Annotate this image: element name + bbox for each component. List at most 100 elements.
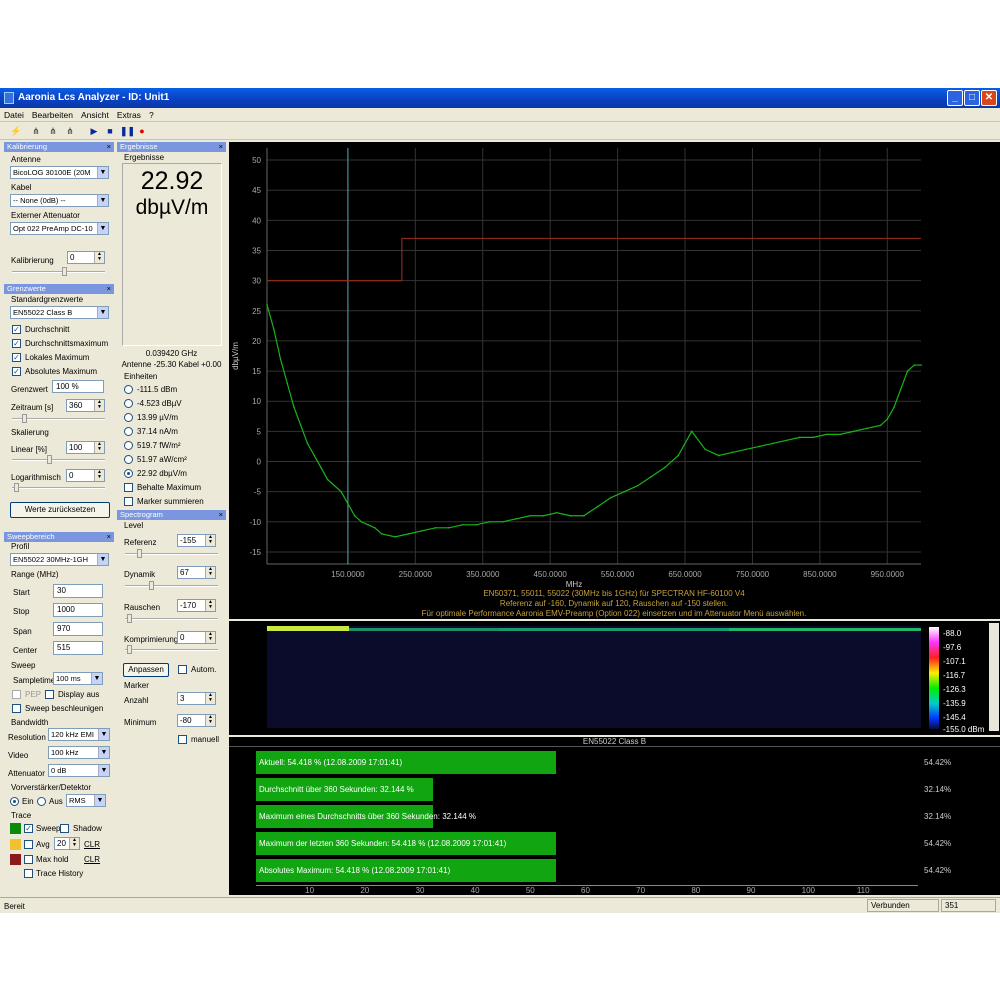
play-icon[interactable]: ▶	[88, 125, 100, 137]
close-button[interactable]: ✕	[981, 90, 997, 106]
pep-checkbox[interactable]	[12, 690, 21, 699]
maximize-button[interactable]: □	[964, 90, 980, 106]
maxhold-checkbox[interactable]	[24, 855, 33, 864]
durchschnittsmaximum-checkbox[interactable]: ✓	[12, 339, 21, 348]
unit-uvm-radio[interactable]	[124, 413, 133, 422]
logarithmisch-slider[interactable]	[12, 483, 105, 492]
minimum-spinner[interactable]: -80 ▲ ▼	[177, 714, 216, 727]
x-tick-label: 650.0000	[668, 570, 702, 579]
y-tick-label: 20	[252, 337, 261, 346]
lokales-maximum-checkbox[interactable]: ✓	[12, 353, 21, 362]
unit-nam-radio[interactable]	[124, 427, 133, 436]
anzahl-spinner[interactable]: 3 ▲ ▼	[177, 692, 216, 705]
close-icon[interactable]: ×	[107, 532, 111, 542]
menu-bearbeiten[interactable]: Bearbeiten	[28, 108, 77, 122]
stop-icon[interactable]: ■	[104, 125, 116, 137]
avg-checkbox[interactable]	[24, 840, 33, 849]
menu-help[interactable]: ?	[145, 108, 158, 122]
y-tick-label: 35	[252, 246, 261, 255]
sweep-color-swatch[interactable]	[10, 823, 21, 834]
ein-radio[interactable]	[10, 797, 19, 806]
menu-ansicht[interactable]: Ansicht	[77, 108, 113, 122]
marker-summieren-checkbox[interactable]	[124, 497, 133, 506]
dynamik-slider[interactable]	[125, 581, 218, 590]
antenna-icon[interactable]: ⋔	[30, 125, 42, 137]
rauschen-spinner[interactable]: -170 ▲ ▼	[177, 599, 216, 612]
sweep-beschleunigen-checkbox[interactable]	[12, 704, 21, 713]
sampletime-select[interactable]: 100 ms ▼	[53, 672, 103, 685]
unit-fwm2-radio[interactable]	[124, 441, 133, 450]
menu-datei[interactable]: Datei	[0, 108, 28, 122]
profil-select[interactable]: EN55022 30MHz-1GH ▼	[10, 553, 109, 566]
absolutes-maximum-checkbox[interactable]: ✓	[12, 367, 21, 376]
linear-slider[interactable]	[12, 455, 105, 464]
unit-dbuv-radio[interactable]	[124, 399, 133, 408]
avg-spinner[interactable]: 20 ▲ ▼	[54, 837, 80, 850]
close-icon[interactable]: ×	[107, 284, 111, 294]
aus-radio[interactable]	[37, 797, 46, 806]
x-tick-label: 950.0000	[871, 570, 905, 579]
resolution-select[interactable]: 120 kHz EMI ▼	[48, 728, 110, 741]
standardgrenzwerte-select[interactable]: EN55022 Class B ▼	[10, 306, 109, 319]
data-point	[353, 514, 356, 517]
anpassen-button[interactable]: Anpassen	[123, 663, 169, 677]
maxhold-clr-button[interactable]: CLR	[84, 855, 100, 864]
attenuator-select[interactable]: Opt 022 PreAmp DC-10 ▼	[10, 222, 109, 235]
data-point	[320, 466, 322, 469]
autom-checkbox[interactable]	[178, 665, 187, 674]
close-icon[interactable]: ×	[219, 510, 223, 520]
shadow-checkbox[interactable]	[60, 824, 69, 833]
start-input[interactable]: 30	[53, 584, 103, 598]
linear-spinner[interactable]: 100 ▲ ▼	[66, 441, 105, 454]
ergebnisse-header: Ergebnisse ×	[117, 142, 226, 152]
center-input[interactable]: 515	[53, 641, 103, 655]
limits-tick-label: 80	[691, 886, 701, 895]
sweep-beschleunigen-label: Sweep beschleunigen	[25, 704, 104, 713]
pause-icon[interactable]: ❚❚	[120, 125, 135, 137]
rauschen-slider[interactable]	[125, 614, 218, 623]
kalibrierung-spinner[interactable]: 0 ▲ ▼	[67, 251, 105, 264]
span-input[interactable]: 970	[53, 622, 103, 636]
avg-color-swatch[interactable]	[10, 839, 21, 850]
logarithmisch-spinner[interactable]: 0 ▲ ▼	[66, 469, 105, 482]
referenz-spinner[interactable]: -155 ▲ ▼	[177, 534, 216, 547]
avg-clr-button[interactable]: CLR	[84, 840, 100, 849]
display-aus-checkbox[interactable]	[45, 690, 54, 699]
spectrogram-area[interactable]: -88.0 -97.6 -107.1 -116.7 -126.3 -135.9 …	[229, 621, 1000, 735]
close-icon[interactable]: ×	[107, 142, 111, 152]
minimize-button[interactable]: _	[947, 90, 963, 106]
antenne-select[interactable]: BicoLOG 30100E (20M ▼	[10, 166, 109, 179]
dynamik-spinner[interactable]: 67 ▲ ▼	[177, 566, 216, 579]
manuell-checkbox[interactable]	[178, 735, 187, 744]
komprimierung-slider[interactable]	[125, 645, 218, 654]
grenzwert-input[interactable]: 100 %	[52, 380, 104, 393]
unit-dbuvm-radio[interactable]	[124, 469, 133, 478]
antenna2-icon[interactable]: ⋔	[47, 125, 59, 137]
video-select[interactable]: 100 kHz ▼	[48, 746, 110, 759]
antenna3-icon[interactable]: ⋔	[64, 125, 76, 137]
trace-history-checkbox[interactable]	[24, 869, 33, 878]
scrollbar[interactable]	[989, 623, 999, 731]
chevron-down-icon: ▼	[98, 747, 109, 758]
unit-dbm-radio[interactable]	[124, 385, 133, 394]
record-icon[interactable]: ●	[136, 125, 148, 137]
zeitraum-slider[interactable]	[12, 414, 105, 423]
referenz-slider[interactable]	[125, 549, 218, 558]
sweep-trace-checkbox[interactable]: ✓	[24, 824, 33, 833]
attenuator-select[interactable]: 0 dB ▼	[48, 764, 110, 777]
stop-input[interactable]: 1000	[53, 603, 103, 617]
maxhold-color-swatch[interactable]	[10, 854, 21, 865]
unit-awcm2-radio[interactable]	[124, 455, 133, 464]
komprimierung-spinner[interactable]: 0 ▲ ▼	[177, 631, 216, 644]
wand-icon[interactable]: ⚡	[10, 125, 22, 137]
durchschnitt-checkbox[interactable]: ✓	[12, 325, 21, 334]
detektor-select[interactable]: RMS ▼	[66, 794, 106, 807]
zeitraum-spinner[interactable]: 360 ▲ ▼	[66, 399, 105, 412]
kabel-select[interactable]: -- None (0dB) -- ▼	[10, 194, 109, 207]
behalte-maximum-checkbox[interactable]	[124, 483, 133, 492]
werte-zuruecksetzen-button[interactable]: Werte zurücksetzen	[10, 502, 110, 518]
kalibrierung-slider[interactable]	[12, 267, 105, 276]
menu-extras[interactable]: Extras	[113, 108, 145, 122]
close-icon[interactable]: ×	[219, 142, 223, 152]
spectrum-chart-area[interactable]: 50 45 40 35 30 25 20 15 10 5 0 -5 -10 -15 150.0000 250.…	[229, 142, 1000, 619]
